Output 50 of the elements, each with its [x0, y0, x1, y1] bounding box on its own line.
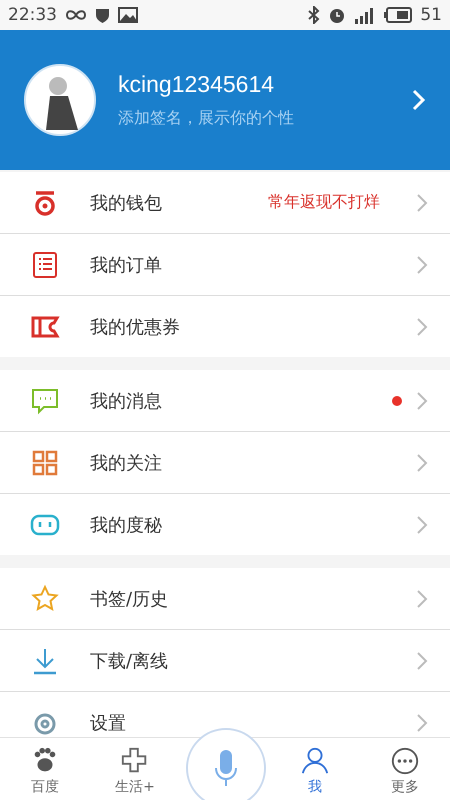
menu-label: 我的优惠券	[90, 316, 181, 338]
more-icon	[390, 746, 420, 776]
menu-item[interactable]: 我的钱包 常年返现不打烊	[0, 172, 450, 234]
list-icon	[30, 250, 60, 280]
menu-label: 下载/离线	[90, 650, 170, 672]
tab[interactable]: 百度	[0, 738, 90, 800]
profile-header[interactable]: kcing12345614 添加签名，展示你的个性	[0, 30, 450, 170]
bluetooth-icon	[308, 6, 320, 24]
microphone-icon	[213, 748, 239, 788]
promo-note: 常年返现不打烊	[268, 192, 380, 213]
menu-item[interactable]: 设置	[0, 692, 450, 737]
chevron-right-icon	[416, 316, 428, 336]
menu-label: 我的钱包	[90, 192, 163, 214]
menu-item[interactable]: 我的度秘	[0, 494, 450, 555]
chevron-right-icon	[416, 588, 428, 608]
shield-icon	[95, 7, 110, 23]
username: kcing12345614	[118, 71, 276, 98]
tab[interactable]: 更多	[360, 738, 450, 800]
menu-item[interactable]: 我的订单	[0, 234, 450, 296]
battery-level: 51	[420, 5, 442, 25]
chevron-right-icon	[416, 452, 428, 472]
image-icon	[118, 7, 138, 23]
chevron-right-icon	[416, 254, 428, 274]
alarm-icon	[328, 6, 346, 24]
tab[interactable]: 生活+	[90, 738, 180, 800]
person-icon	[300, 746, 330, 776]
menu-label: 设置	[90, 712, 127, 734]
chevron-right-icon	[416, 390, 428, 410]
chevron-right-icon	[416, 514, 428, 534]
menu-item[interactable]: 书签/历史	[0, 568, 450, 630]
menu-label: 我的消息	[90, 390, 163, 412]
menu-item[interactable]: 我的关注	[0, 432, 450, 494]
menu-label: 我的订单	[90, 254, 163, 276]
chevron-right-icon	[412, 89, 426, 111]
status-time: 22:33	[8, 5, 57, 25]
menu-item[interactable]: 我的优惠券	[0, 296, 450, 357]
menu-item[interactable]: 我的消息	[0, 370, 450, 432]
star-icon	[30, 584, 60, 614]
menu-item[interactable]: 下载/离线	[0, 630, 450, 692]
avatar-icon	[24, 64, 96, 136]
battery-icon	[384, 7, 412, 23]
menu-label: 我的关注	[90, 452, 163, 474]
chevron-right-icon	[416, 712, 428, 732]
infinity-icon	[65, 9, 87, 21]
menu-label: 书签/历史	[90, 588, 170, 610]
chevron-right-icon	[416, 192, 428, 212]
tab[interactable]: 我	[270, 738, 360, 800]
chevron-right-icon	[416, 650, 428, 670]
menu-label: 我的度秘	[90, 514, 163, 536]
signature-hint: 添加签名，展示你的个性	[118, 108, 295, 129]
